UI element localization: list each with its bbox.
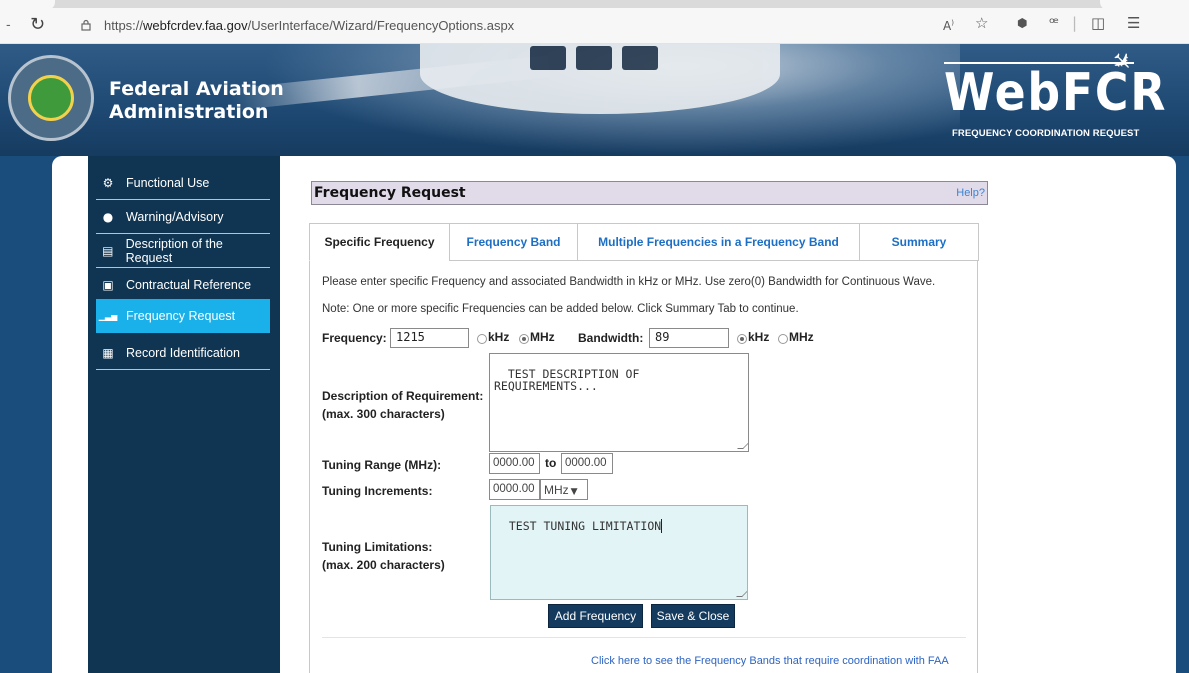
record-icon: ▦	[102, 345, 114, 360]
browser-toolbar: - ↻ https://webfcrdev.faa.gov/UserInterf…	[0, 0, 1189, 44]
toolbar-separator: |	[1072, 14, 1078, 32]
sidebar-item-frequency-request[interactable]: ▁▃▅ Frequency Request	[96, 299, 270, 333]
url-host: webfcrdev.faa.gov	[143, 18, 248, 33]
tuning-limitations-max-chars: (max. 200 characters)	[322, 558, 445, 572]
faa-seal-globe	[28, 75, 74, 121]
extension-icon[interactable]: ⬢	[1017, 15, 1027, 31]
sidebar-item-label: Warning/Advisory	[126, 209, 224, 224]
add-frequency-button[interactable]: Add Frequency	[548, 604, 643, 628]
webfcr-logo-subtitle: FREQUENCY COORDINATION REQUEST	[952, 128, 1140, 139]
description-label-line1: Description of Requirement:	[322, 389, 484, 403]
url-path: /UserInterface/Wizard/FrequencyOptions.a…	[247, 18, 515, 33]
contract-icon: ▣	[102, 277, 114, 292]
tuning-increments-unit-select[interactable]: MHz ▼	[540, 479, 588, 500]
agency-name: Federal Aviation Administration	[109, 78, 284, 124]
sidebar-item-label: Frequency Request	[126, 309, 236, 323]
sidebar-item-warning-advisory[interactable]: ● Warning/Advisory	[96, 200, 270, 234]
signal-bars-icon: ▁▃▅	[98, 311, 118, 321]
tuning-range-to-label: to	[545, 456, 557, 470]
reload-icon[interactable]: ↻	[30, 16, 45, 34]
back-icon[interactable]: -	[6, 16, 11, 32]
resize-grip-icon[interactable]	[736, 591, 747, 597]
favorite-star-icon[interactable]: ☆	[975, 15, 988, 31]
frequency-input[interactable]: 1215	[390, 328, 469, 348]
text-cursor	[661, 519, 663, 533]
bandwidth-khz-radio[interactable]	[737, 334, 747, 344]
frequency-khz-label: kHz	[488, 330, 510, 344]
agency-name-line1: Federal Aviation	[109, 78, 284, 100]
sidebar-item-functional-use[interactable]: ⚙ Functional Use	[96, 166, 270, 200]
tab-frequency-band[interactable]: Frequency Band	[449, 223, 578, 261]
bandwidth-mhz-label: MHz	[789, 330, 814, 344]
copilot-icon[interactable]: ꟹ	[1049, 15, 1059, 31]
bandwidth-input[interactable]: 89	[649, 328, 729, 348]
note-text: Note: One or more specific Frequencies c…	[322, 303, 799, 315]
address-bar[interactable]: https://webfcrdev.faa.gov/UserInterface/…	[104, 18, 514, 33]
browser-tabstrip	[0, 0, 1189, 8]
bandwidth-mhz-radio[interactable]	[778, 334, 788, 344]
chevron-down-icon: ▼	[570, 487, 578, 497]
tuning-increments-unit-value: MHz	[544, 483, 569, 497]
exclamation-icon: ●	[102, 209, 114, 224]
frequency-mhz-label: MHz	[530, 330, 555, 344]
frequency-label: Frequency:	[322, 331, 387, 345]
document-icon: ▤	[102, 243, 114, 258]
browser-tab-left[interactable]	[0, 0, 55, 10]
help-link[interactable]: Help?	[956, 187, 985, 199]
frequency-khz-radio[interactable]	[477, 334, 487, 344]
tuning-limitations-textarea[interactable]: TEST TUNING LIMITATION	[490, 505, 748, 600]
sidebar-item-contractual-reference[interactable]: ▣ Contractual Reference	[96, 268, 270, 302]
frequency-mhz-radio[interactable]	[519, 334, 529, 344]
cockpit-window	[576, 46, 612, 70]
tuning-limitations-text: TEST TUNING LIMITATION	[508, 519, 662, 533]
read-aloud-icon[interactable]: A)	[943, 15, 954, 34]
description-textarea[interactable]: TEST DESCRIPTION OF REQUIREMENTS...	[489, 353, 749, 452]
tab-summary[interactable]: Summary	[859, 223, 979, 261]
lock-icon[interactable]	[80, 19, 92, 31]
sidebar-item-label: Functional Use	[126, 175, 210, 190]
resize-grip-icon[interactable]	[737, 443, 748, 449]
sidebar-item-record-identification[interactable]: ▦ Record Identification	[96, 336, 270, 370]
page-title: Frequency Request	[314, 185, 466, 201]
sidebar-item-label: Record Identification	[126, 345, 240, 360]
gears-icon: ⚙	[102, 175, 114, 190]
agency-name-line2: Administration	[109, 101, 269, 123]
bandwidth-label: Bandwidth:	[578, 331, 644, 345]
tuning-limitations-label: Tuning Limitations: (max. 200 characters…	[322, 538, 445, 574]
instruction-text: Please enter specific Frequency and asso…	[322, 276, 936, 288]
url-prefix: https://	[104, 18, 144, 33]
site-banner: Federal Aviation Administration ✈ WebFCR…	[0, 44, 1189, 156]
browser-tab-right[interactable]	[1100, 0, 1189, 10]
save-close-button[interactable]: Save & Close	[651, 604, 735, 628]
wizard-sidebar: ⚙ Functional Use ● Warning/Advisory ▤ De…	[88, 156, 280, 673]
favorites-icon[interactable]: ☰	[1127, 15, 1140, 31]
description-label: Description of Requirement: (max. 300 ch…	[322, 387, 483, 423]
frequency-bands-link[interactable]: Click here to see the Frequency Bands th…	[591, 655, 949, 667]
bandwidth-khz-label: kHz	[748, 330, 770, 344]
description-max-chars: (max. 300 characters)	[322, 407, 445, 421]
tuning-increments-label: Tuning Increments:	[322, 484, 433, 498]
sidebar-item-description[interactable]: ▤ Description of the Request	[96, 234, 270, 268]
tuning-increments-input[interactable]: 0000.00	[489, 479, 540, 500]
faa-seal-logo[interactable]	[8, 55, 94, 141]
webfcr-logo: WebFCR	[944, 63, 1168, 123]
sidebar-item-label: Description of the Request	[125, 236, 223, 265]
cockpit-window	[530, 46, 566, 70]
section-header: Frequency Request Help?	[311, 181, 988, 205]
sidebar-item-label: Contractual Reference	[126, 277, 252, 292]
section-divider	[322, 637, 966, 638]
cockpit-window	[622, 46, 658, 70]
tab-specific-frequency[interactable]: Specific Frequency	[309, 223, 450, 261]
description-text: TEST DESCRIPTION OF REQUIREMENTS...	[494, 367, 640, 393]
tuning-range-label: Tuning Range (MHz):	[322, 458, 442, 472]
tuning-limitations-label-line1: Tuning Limitations:	[322, 540, 433, 554]
split-screen-icon[interactable]: ◫	[1091, 15, 1105, 31]
tuning-range-from-input[interactable]: 0000.00	[489, 453, 540, 474]
tuning-range-to-input[interactable]: 0000.00	[561, 453, 613, 474]
tab-multiple-frequencies[interactable]: Multiple Frequencies in a Frequency Band	[577, 223, 860, 261]
